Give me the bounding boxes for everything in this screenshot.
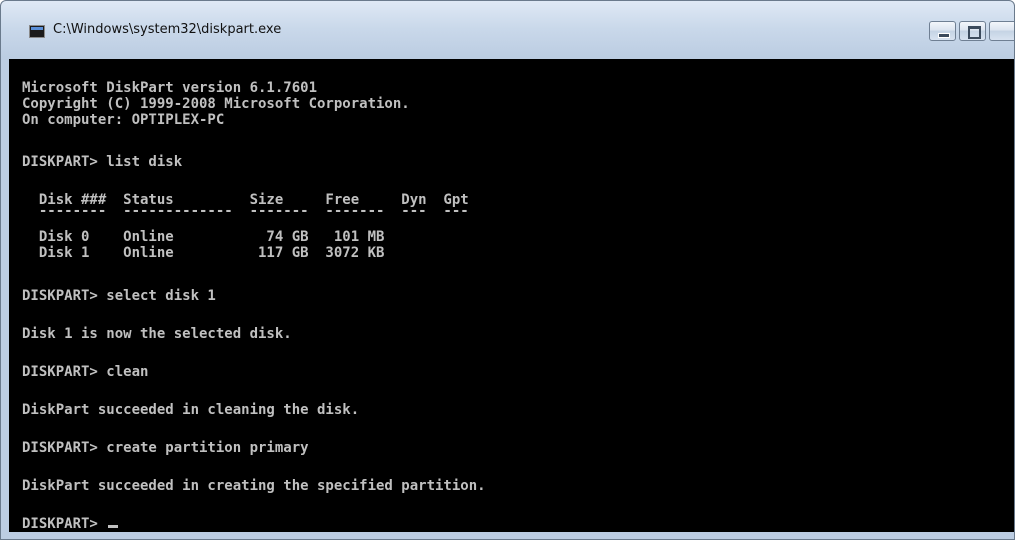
close-button[interactable] (989, 21, 1014, 41)
console-line: DiskPart succeeded in cleaning the disk. (22, 402, 360, 418)
console-line: DISKPART> clean (22, 364, 149, 380)
console-line: On computer: OPTIPLEX-PC (22, 112, 225, 128)
console-app-icon[interactable] (29, 25, 45, 38)
maximize-button[interactable] (959, 21, 986, 41)
disk-table-row: Disk 1 Online 117 GB 3072 KB (22, 245, 385, 261)
window-bottom-frame (9, 532, 1014, 539)
console-output[interactable]: Microsoft DiskPart version 6.1.7601 Copy… (9, 59, 1014, 539)
console-line: DiskPart succeeded in creating the speci… (22, 478, 486, 494)
disk-table-rule: -------- ------------- ------- ------- -… (22, 203, 469, 219)
minimize-icon (938, 33, 950, 38)
disk-table-row: Disk 0 Online 74 GB 101 MB (22, 229, 385, 245)
text-cursor (108, 525, 119, 528)
console-window: C:\Windows\system32\diskpart.exe Microso… (0, 0, 1015, 540)
maximize-icon (968, 26, 981, 39)
console-line: Microsoft DiskPart version 6.1.7601 (22, 80, 318, 96)
console-line: DISKPART> select disk 1 (22, 288, 216, 304)
console-line: Disk 1 is now the selected disk. (22, 326, 292, 342)
console-line: DISKPART> create partition primary (22, 440, 309, 456)
console-line: DISKPART> list disk (22, 154, 183, 170)
title-bar[interactable]: C:\Windows\system32\diskpart.exe (1, 1, 1014, 51)
command-prompt-line[interactable]: DISKPART> (22, 516, 119, 532)
minimize-button[interactable] (929, 21, 956, 41)
window-title: C:\Windows\system32\diskpart.exe (53, 22, 282, 37)
prompt-text: DISKPART> (22, 516, 107, 532)
console-line: Copyright (C) 1999-2008 Microsoft Corpor… (22, 96, 410, 112)
